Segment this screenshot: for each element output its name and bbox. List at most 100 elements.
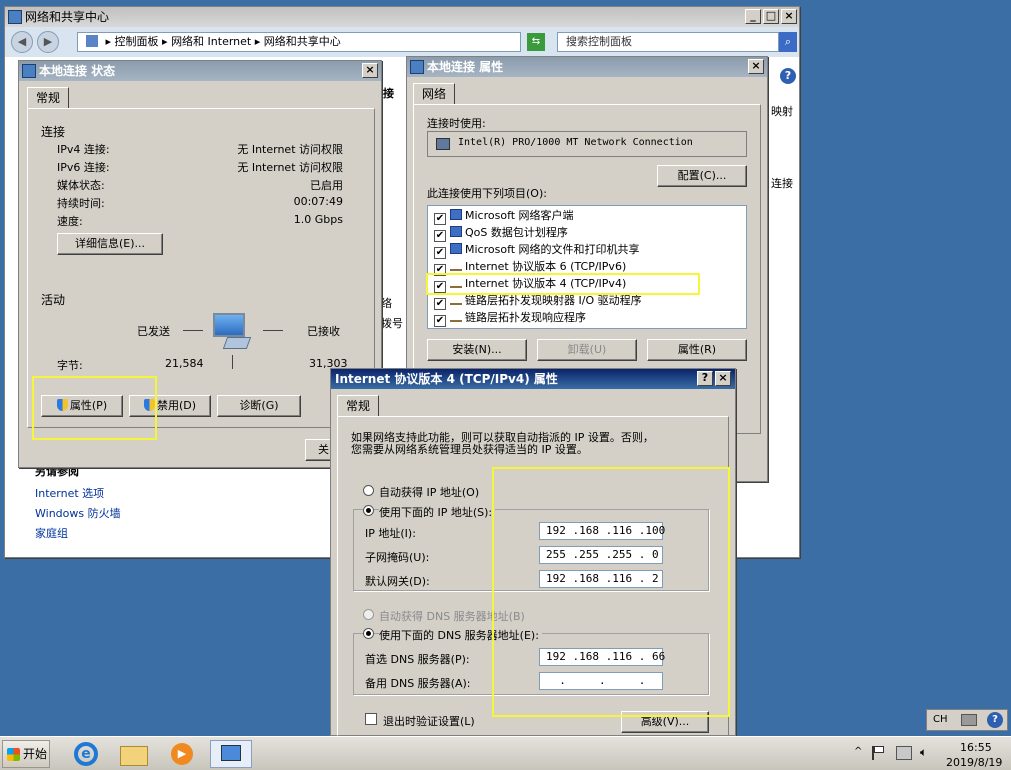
duration-label: 持续时间:: [57, 197, 105, 210]
tab-general[interactable]: 常规: [337, 395, 380, 417]
tab-general[interactable]: 常规: [27, 87, 70, 109]
qos-icon: [450, 226, 462, 237]
activity-heading: 活动: [41, 293, 66, 307]
volume-icon[interactable]: 🔈︎: [920, 745, 927, 760]
network-tray-icon[interactable]: [896, 746, 912, 760]
ip-address-label: IP 地址(I):: [365, 527, 416, 540]
internet-options-link[interactable]: Internet 选项: [35, 485, 104, 501]
manual-dns-radio[interactable]: [363, 628, 374, 639]
protocol-icon: [450, 314, 462, 322]
protocol-icon: [450, 297, 462, 305]
maximize-button[interactable]: □: [763, 9, 779, 24]
refresh-button[interactable]: ⇆: [527, 33, 545, 51]
ipv6-value: 无 Internet 访问权限: [237, 161, 343, 174]
close-button[interactable]: ×: [715, 371, 731, 386]
file-explorer-icon[interactable]: [114, 740, 152, 768]
language-bar[interactable]: CH ?: [926, 709, 1008, 731]
received-line: [263, 330, 283, 331]
highlight-box: [426, 273, 700, 295]
show-hidden-icons[interactable]: ^: [854, 746, 862, 757]
action-center-flag-icon[interactable]: [872, 746, 886, 760]
auto-ip-radio[interactable]: [363, 485, 374, 496]
sent-line: [183, 330, 203, 331]
help-icon[interactable]: ?: [987, 712, 1003, 728]
auto-dns-radio[interactable]: [363, 609, 374, 620]
search-input[interactable]: 搜索控制面板: [557, 32, 779, 52]
title-bar[interactable]: 本地连接 状态: [19, 61, 381, 81]
protocol-icon: [450, 263, 462, 271]
preferred-dns-label: 首选 DNS 服务器(P):: [365, 653, 470, 666]
divider: [232, 355, 233, 369]
received-label: 已接收: [307, 325, 340, 338]
network-computer-icon: [211, 311, 255, 351]
dialog-title: 本地连接 状态: [39, 64, 116, 78]
validate-checkbox[interactable]: [365, 713, 377, 725]
media-state-label: 媒体状态:: [57, 179, 105, 192]
manual-ip-radio[interactable]: [363, 505, 374, 516]
close-button[interactable]: ×: [748, 59, 764, 74]
back-button[interactable]: ◀: [11, 31, 33, 53]
list-item[interactable]: ✔ Microsoft 网络客户端: [434, 207, 574, 225]
items-label: 此连接使用下列项目(O):: [427, 187, 547, 200]
file-share-icon: [450, 243, 462, 254]
close-button[interactable]: ×: [362, 63, 378, 78]
sent-label: 已发送: [137, 325, 170, 338]
highlight-box: [32, 376, 157, 440]
homegroup-link[interactable]: 家庭组: [35, 525, 68, 541]
description-line: 您需要从网络系统管理员处获得适当的 IP 设置。: [351, 443, 588, 456]
validate-label[interactable]: 退出时验证设置(L): [383, 713, 475, 729]
address-segment[interactable]: ▸ 网络和共享中心: [255, 35, 341, 48]
manual-ip-label[interactable]: 使用下面的 IP 地址(S):: [379, 504, 496, 520]
control-panel-icon: [86, 35, 98, 47]
media-player-icon[interactable]: ▶: [162, 740, 200, 768]
bytes-label: 字节:: [57, 359, 83, 372]
background-text: 络: [381, 297, 392, 310]
search-icon[interactable]: ⌕: [779, 32, 797, 52]
media-state-value: 已启用: [310, 179, 343, 192]
diagnose-button[interactable]: 诊断(G): [217, 395, 301, 417]
tab-networking[interactable]: 网络: [413, 83, 456, 105]
network-icon: [410, 60, 424, 74]
list-item[interactable]: ✔ QoS 数据包计划程序: [434, 224, 568, 242]
minimize-button[interactable]: _: [745, 9, 761, 24]
forward-button[interactable]: ▶: [37, 31, 59, 53]
language-indicator[interactable]: CH: [933, 714, 948, 725]
title-bar[interactable]: 网络和共享中心: [5, 7, 799, 27]
item-properties-button[interactable]: 属性(R): [647, 339, 747, 361]
title-bar[interactable]: 本地连接 属性: [407, 57, 767, 77]
speed-value: 1.0 Gbps: [293, 213, 343, 226]
auto-ip-label[interactable]: 自动获得 IP 地址(O): [379, 484, 479, 500]
highlight-box: [492, 467, 730, 717]
help-button[interactable]: ?: [697, 371, 713, 386]
start-button[interactable]: 开始: [2, 740, 50, 768]
address-segment[interactable]: ▸ 控制面板: [106, 35, 159, 48]
uninstall-button[interactable]: 卸载(U): [537, 339, 637, 361]
connection-heading: 连接: [41, 125, 66, 139]
help-icon[interactable]: ?: [780, 68, 796, 84]
dialog-title: Internet 协议版本 4 (TCP/IPv4) 属性: [335, 372, 558, 386]
network-icon: [22, 64, 36, 78]
list-item[interactable]: ✔ Microsoft 网络的文件和打印机共享: [434, 241, 640, 259]
network-icon: [8, 10, 22, 24]
details-button[interactable]: 详细信息(E)...: [57, 233, 163, 255]
checkbox[interactable]: ✔: [434, 315, 446, 327]
background-link[interactable]: 连接: [771, 175, 793, 191]
speed-label: 速度:: [57, 215, 83, 228]
internet-explorer-icon[interactable]: e: [66, 740, 104, 768]
toolbar: ◀ ▶ ▸ 控制面板 ▸ 网络和 Internet ▸ 网络和共享中心 ⇆ 搜索…: [5, 27, 799, 57]
clock-time[interactable]: 16:55: [960, 741, 992, 754]
windows-firewall-link[interactable]: Windows 防火墙: [35, 505, 121, 521]
address-segment[interactable]: ▸ 网络和 Internet: [162, 35, 251, 48]
address-bar[interactable]: ▸ 控制面板 ▸ 网络和 Internet ▸ 网络和共享中心: [77, 32, 521, 52]
configure-button[interactable]: 配置(C)...: [657, 165, 747, 187]
items-list[interactable]: ✔ Microsoft 网络客户端 ✔ QoS 数据包计划程序 ✔ Microsoft…: [427, 205, 747, 329]
keyboard-icon[interactable]: [961, 714, 977, 726]
clock-date[interactable]: 2019/8/19: [946, 756, 1002, 769]
duration-value: 00:07:49: [293, 195, 343, 208]
close-button[interactable]: ×: [781, 9, 797, 24]
install-button[interactable]: 安装(N)...: [427, 339, 527, 361]
background-link[interactable]: 映射: [771, 103, 793, 119]
title-bar[interactable]: Internet 协议版本 4 (TCP/IPv4) 属性: [331, 369, 735, 389]
list-item[interactable]: ✔ 链路层拓扑发现响应程序: [434, 309, 586, 327]
network-control-panel-icon[interactable]: [210, 740, 252, 768]
